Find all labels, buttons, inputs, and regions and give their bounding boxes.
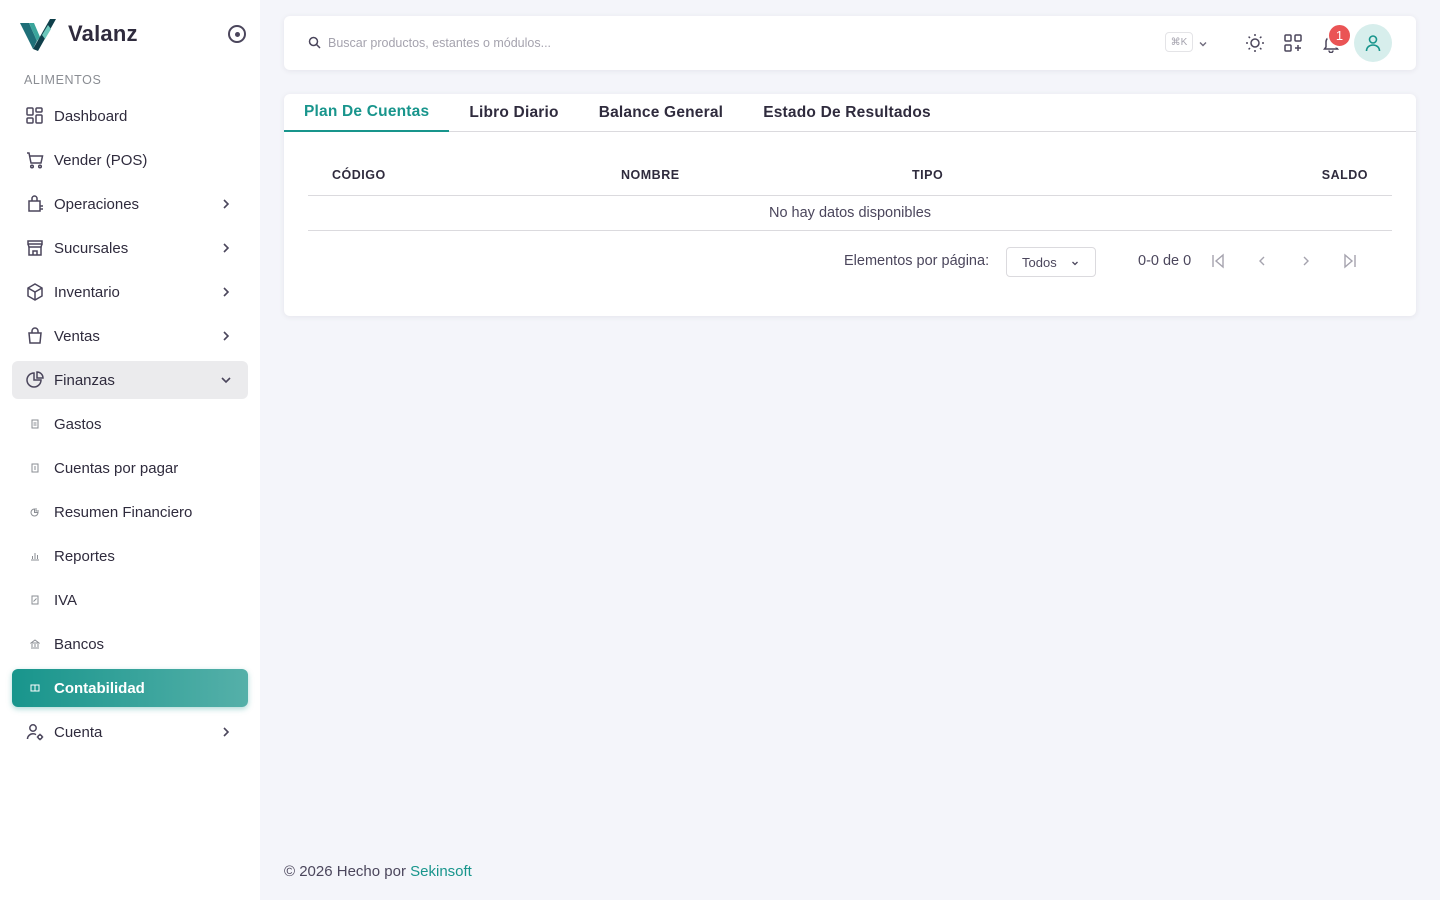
brand[interactable]: Valanz [20, 16, 248, 52]
book-icon [24, 677, 46, 699]
sidebar-item-label: Inventario [54, 283, 120, 301]
sidebar-item-label: IVA [54, 591, 78, 609]
pie-chart-icon [24, 369, 46, 391]
chevron-right-icon [218, 196, 234, 212]
shopping-bag-icon [24, 325, 46, 347]
bar-chart-icon [24, 545, 46, 567]
sidebar-item-reportes[interactable]: Reportes [12, 537, 248, 575]
first-page-icon[interactable] [1208, 251, 1228, 271]
column-header-saldo[interactable]: SALDO [1322, 168, 1368, 182]
sidebar-item-inventario[interactable]: Inventario [12, 273, 248, 311]
sidebar-item-dashboard[interactable]: Dashboard [12, 97, 248, 135]
footer-link[interactable]: Sekinsoft [410, 863, 472, 880]
user-avatar[interactable] [1354, 24, 1392, 62]
receipt-tax-icon [24, 589, 46, 611]
chevron-down-icon[interactable] [1197, 37, 1209, 49]
sidebar-item-iva[interactable]: IVA [12, 581, 248, 619]
tab-libro-diario[interactable]: Libro Diario [449, 94, 578, 132]
dashboard-icon [24, 105, 46, 127]
sidebar-item-bancos[interactable]: Bancos [12, 625, 248, 663]
footer-text: © 2026 Hecho por [284, 863, 411, 880]
theme-toggle-sun-icon[interactable] [1243, 31, 1267, 55]
notification-badge: 1 [1327, 23, 1352, 48]
tabs: Plan De Cuentas Libro Diario Balance Gen… [284, 94, 1416, 132]
tab-estado-de-resultados[interactable]: Estado De Resultados [743, 94, 951, 132]
sidebar-item-resumen-financiero[interactable]: Resumen Financiero [12, 493, 248, 531]
user-icon [1365, 35, 1381, 52]
receipt-icon [24, 457, 46, 479]
sidebar-item-label: Contabilidad [54, 679, 145, 697]
search-icon [308, 36, 322, 50]
sidebar-section-label: ALIMENTOS [24, 73, 102, 87]
table-header: CÓDIGO NOMBRE TIPO SALDO [308, 156, 1392, 196]
valanz-logo-icon [20, 16, 56, 52]
sidebar-item-finanzas[interactable]: Finanzas [12, 361, 248, 399]
column-header-tipo[interactable]: TIPO [912, 168, 943, 182]
items-per-page-label: Elementos por página: [844, 253, 990, 269]
chevron-down-icon [1069, 257, 1081, 269]
shortcut-hint: ⌘K [1165, 32, 1193, 52]
sidebar-item-label: Cuenta [54, 723, 103, 741]
pagination-range: 0-0 de 0 [1138, 253, 1192, 269]
sidebar-item-label: Sucursales [54, 239, 129, 257]
box-icon [24, 281, 46, 303]
sidebar-item-label: Bancos [54, 635, 105, 653]
chevron-right-icon [218, 724, 234, 740]
brand-name: Valanz [68, 21, 138, 46]
bank-icon [24, 633, 46, 655]
accounts-table: CÓDIGO NOMBRE TIPO SALDO No hay datos di… [308, 156, 1392, 231]
receipt-icon [24, 413, 46, 435]
accounting-card: Plan De Cuentas Libro Diario Balance Gen… [284, 94, 1416, 316]
sidebar-item-vender-pos[interactable]: Vender (POS) [12, 141, 248, 179]
sidebar: Valanz ALIMENTOS Dashboard Vender (POS) … [0, 0, 260, 900]
previous-page-icon[interactable] [1252, 251, 1272, 271]
footer: © 2026 Hecho por Sekinsoft [284, 863, 472, 880]
pagination: Elementos por página: Todos 0-0 de 0 [308, 244, 1392, 278]
sidebar-item-cuentas-por-pagar[interactable]: Cuentas por pagar [12, 449, 248, 487]
sidebar-item-gastos[interactable]: Gastos [12, 405, 248, 443]
sidebar-item-sucursales[interactable]: Sucursales [12, 229, 248, 267]
sidebar-item-label: Finanzas [54, 371, 115, 389]
store-icon [24, 237, 46, 259]
sidebar-item-operaciones[interactable]: Operaciones [12, 185, 248, 223]
sidebar-item-cuenta[interactable]: Cuenta [12, 713, 248, 751]
column-header-codigo[interactable]: CÓDIGO [332, 168, 386, 182]
user-settings-icon [24, 721, 46, 743]
tab-balance-general[interactable]: Balance General [579, 94, 743, 132]
empty-table-message: No hay datos disponibles [308, 196, 1392, 231]
sidebar-item-label: Resumen Financiero [54, 503, 193, 521]
pie-chart-icon [24, 501, 46, 523]
items-per-page-select[interactable]: Todos [1006, 247, 1096, 277]
chevron-right-icon [218, 240, 234, 256]
chevron-right-icon [218, 328, 234, 344]
sidebar-item-label: Operaciones [54, 195, 140, 213]
sidebar-item-label: Cuentas por pagar [54, 459, 179, 477]
cart-icon [24, 149, 46, 171]
tab-plan-de-cuentas[interactable]: Plan De Cuentas [284, 94, 450, 132]
items-per-page-value: Todos [1022, 254, 1057, 270]
apps-grid-icon[interactable] [1281, 31, 1305, 55]
sidebar-item-label: Vender (POS) [54, 151, 148, 169]
sidebar-item-ventas[interactable]: Ventas [12, 317, 248, 355]
next-page-icon[interactable] [1296, 251, 1316, 271]
chevron-down-icon [218, 372, 234, 388]
sidebar-item-label: Gastos [54, 415, 102, 433]
top-navbar: ⌘K 1 [284, 16, 1416, 70]
sidebar-toggle-icon[interactable] [228, 25, 246, 43]
sidebar-item-label: Dashboard [54, 107, 128, 125]
sidebar-item-label: Ventas [54, 327, 100, 345]
sidebar-item-label: Reportes [54, 547, 115, 565]
last-page-icon[interactable] [1340, 251, 1360, 271]
search-input[interactable] [328, 33, 1028, 53]
chevron-right-icon [218, 284, 234, 300]
column-header-nombre[interactable]: NOMBRE [621, 168, 680, 182]
sidebar-item-contabilidad[interactable]: Contabilidad [12, 669, 248, 707]
operations-icon [24, 193, 46, 215]
